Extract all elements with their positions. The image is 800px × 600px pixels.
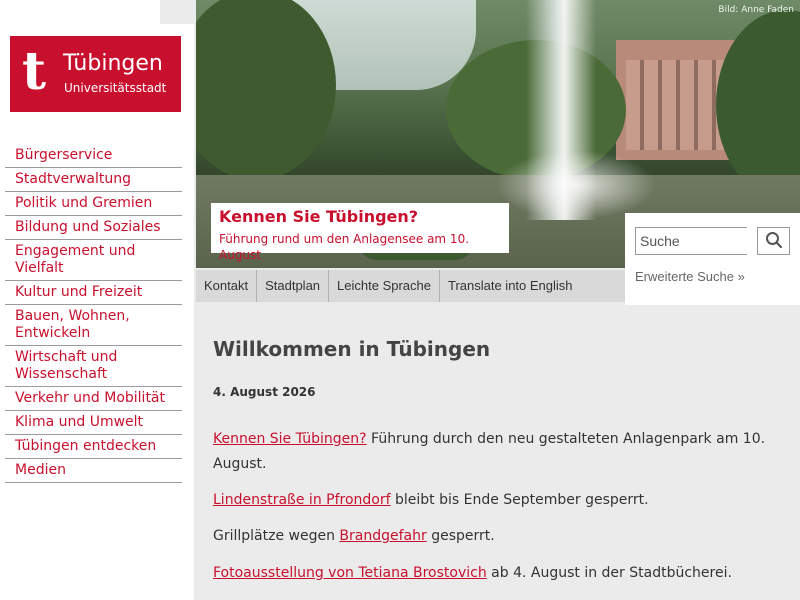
service-link-translate[interactable]: Translate into English [440, 270, 581, 302]
news-link[interactable]: Brandgefahr [339, 528, 426, 544]
service-bar: Kontakt Stadtplan Leichte Sprache Transl… [196, 270, 625, 302]
search-icon [765, 231, 782, 248]
city-logo[interactable]: t Tübingen Universitätsstadt [10, 36, 181, 112]
news-item: Lindenstraße in Pfrondorf bleibt bis End… [213, 492, 649, 508]
news-date: 4. August 2026 [213, 385, 316, 399]
search-panel: Erweiterte Suche » [625, 213, 800, 305]
hero-caption-subtitle: Führung rund um den Anlagensee am 10. Au… [219, 232, 470, 262]
nav-item-politik[interactable]: Politik und Gremien [5, 192, 182, 216]
logo-subtitle: Universitätsstadt [64, 81, 167, 95]
main-navigation: Bürgerservice Stadtverwaltung Politik un… [5, 144, 182, 483]
news-link[interactable]: Lindenstraße in Pfrondorf [213, 492, 391, 508]
image-credit: Bild: Anne Faden [718, 5, 794, 15]
news-item: Kennen Sie Tübingen? Führung durch den n… [213, 431, 766, 472]
hero-caption-title[interactable]: Kennen Sie Tübingen? [219, 207, 418, 227]
search-input[interactable] [635, 227, 747, 255]
nav-item-kultur[interactable]: Kultur und Freizeit [5, 281, 182, 305]
nav-item-medien[interactable]: Medien [5, 459, 182, 483]
sidebar: t Tübingen Universitätsstadt Bürgerservi… [0, 0, 194, 600]
hero-caption[interactable]: Kennen Sie Tübingen? Führung rund um den… [211, 203, 509, 262]
page-title: Willkommen in Tübingen [213, 337, 491, 361]
nav-item-bildung[interactable]: Bildung und Soziales [5, 216, 182, 240]
search-button[interactable] [757, 227, 790, 255]
news-link[interactable]: Kennen Sie Tübingen? [213, 431, 367, 447]
nav-item-buergerservice[interactable]: Bürgerservice [5, 144, 182, 168]
nav-item-klima[interactable]: Klima und Umwelt [5, 411, 182, 435]
nav-item-engagement[interactable]: Engagement und Vielfalt [5, 240, 182, 281]
nav-item-bauen[interactable]: Bauen, Wohnen, Entwickeln [5, 305, 182, 346]
nav-item-wirtschaft[interactable]: Wirtschaft und Wissenschaft [5, 346, 182, 387]
logo-name: Tübingen [63, 51, 163, 76]
nav-item-entdecken[interactable]: Tübingen entdecken [5, 435, 182, 459]
advanced-search-link[interactable]: Erweiterte Suche » [635, 269, 745, 284]
news-item: Fotoausstellung von Tetiana Brostovich a… [213, 565, 732, 581]
news-link[interactable]: Fotoausstellung von Tetiana Brostovich [213, 565, 487, 581]
news-item: Grillplätze wegen Brandgefahr gesperrt. [213, 528, 495, 544]
service-link-leichte-sprache[interactable]: Leichte Sprache [329, 270, 440, 302]
service-link-stadtplan[interactable]: Stadtplan [257, 270, 330, 302]
nav-item-stadtverwaltung[interactable]: Stadtverwaltung [5, 168, 182, 192]
service-link-kontakt[interactable]: Kontakt [196, 270, 258, 302]
sidebar-corner [160, 0, 194, 24]
main-content: Willkommen in Tübingen 4. August 2026 Ke… [213, 335, 773, 581]
nav-item-verkehr[interactable]: Verkehr und Mobilität [5, 387, 182, 411]
logo-mark: t [22, 41, 47, 102]
